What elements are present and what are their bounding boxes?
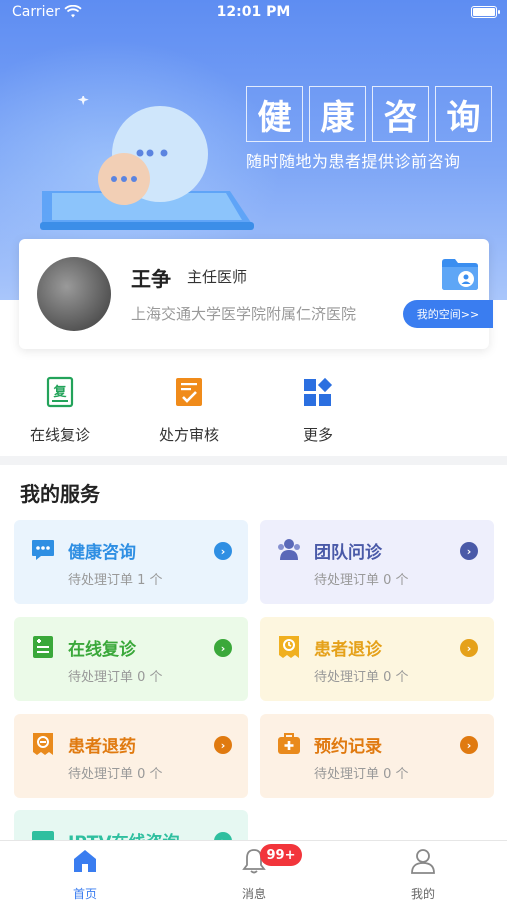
hero-title: 健 康 咨 询 [246,86,492,142]
tab-home[interactable]: 首页 [35,847,135,900]
quick-action-label: 在线复诊 [29,426,90,444]
service-pending: 待处理订单 0 个 [314,767,409,782]
service-pending: 待处理订单 1 个 [68,573,163,588]
hero-title-char: 询 [435,86,492,142]
doctor-title: 主任医师 [187,268,248,286]
tab-label: 首页 [72,887,97,900]
revisit-doc-icon [33,636,53,658]
chevron-right-icon[interactable]: › [214,542,232,560]
message-count-badge: 99+ [260,844,302,866]
service-pending: 待处理订单 0 个 [68,767,163,782]
quick-actions: 复 在线复诊 处方审核 更多 [0,362,507,452]
hero-title-char: 咨 [372,86,429,142]
tab-profile[interactable]: 我的 [373,847,473,900]
tab-label: 我的 [410,887,435,900]
refund-visit-icon [279,636,299,658]
user-icon [411,849,435,874]
chevron-right-icon[interactable]: › [214,639,232,657]
service-card-appointment-records[interactable]: 预约记录 待处理订单 0 个 › [260,714,494,798]
hero-title-char: 健 [246,86,303,142]
chat-icon [32,540,54,560]
team-icon [278,539,300,560]
quick-action-revisit[interactable]: 复 在线复诊 [10,376,110,445]
quick-action-prescription[interactable]: 处方审核 [139,376,239,445]
bottom-tab-bar: 首页 消息 我的 [0,840,507,900]
service-card-team-consult[interactable]: 团队问诊 待处理订单 0 个 › [260,520,494,604]
section-divider [0,456,507,465]
refund-drug-icon [33,733,53,755]
hero-title-char: 康 [309,86,366,142]
my-services-title: 我的服务 [20,482,100,506]
revisit-icon: 复 [46,376,74,408]
quick-action-more[interactable]: 更多 [268,376,368,445]
service-card-online-revisit[interactable]: 在线复诊 待处理订单 0 个 › [14,617,248,701]
service-name: 健康咨询 [68,543,136,563]
service-pending: 待处理订单 0 个 [68,670,163,685]
service-name: 团队问诊 [314,543,382,563]
quick-action-label: 更多 [302,426,333,444]
service-card-patient-drug-return[interactable]: 患者退药 待处理订单 0 个 › [14,714,248,798]
service-pending: 待处理订单 0 个 [314,573,409,588]
avatar[interactable] [37,257,111,331]
status-bar: Carrier 12:01 PM [0,0,507,26]
home-icon [74,850,96,872]
more-grid-icon [304,377,333,406]
service-card-health-consult[interactable]: 健康咨询 待处理订单 1 个 › [14,520,248,604]
service-pending: 待处理订单 0 个 [314,670,409,685]
tab-label: 消息 [241,887,266,900]
doctor-hospital: 上海交通大学医学院附属仁济医院 [131,305,357,323]
service-name: 预约记录 [314,737,382,757]
status-time: 12:01 PM [216,4,291,20]
doctor-name: 王争 [131,267,171,291]
battery-icon [471,6,500,18]
svg-text:复: 复 [52,384,67,400]
my-space-button[interactable]: 我的空间>> [403,300,493,328]
service-name: 患者退药 [68,737,136,757]
service-name: 患者退诊 [314,640,382,660]
folder-user-icon[interactable] [440,256,480,292]
hero-subtitle: 随时随地为患者提供诊前咨询 [246,152,461,171]
quick-action-label: 处方审核 [158,426,219,444]
service-card-patient-cancel-visit[interactable]: 患者退诊 待处理订单 0 个 › [260,617,494,701]
chevron-right-icon[interactable]: › [460,639,478,657]
chevron-right-icon[interactable]: › [460,542,478,560]
doctor-profile-card[interactable]: 王争 主任医师 上海交通大学医学院附属仁济医院 我的空间>> [19,239,493,349]
chat-illustration [40,96,254,230]
service-name: 在线复诊 [68,640,136,660]
chevron-right-icon[interactable]: › [460,736,478,754]
prescription-review-icon [176,378,202,406]
chevron-right-icon[interactable]: › [214,736,232,754]
appointment-icon [278,733,300,754]
